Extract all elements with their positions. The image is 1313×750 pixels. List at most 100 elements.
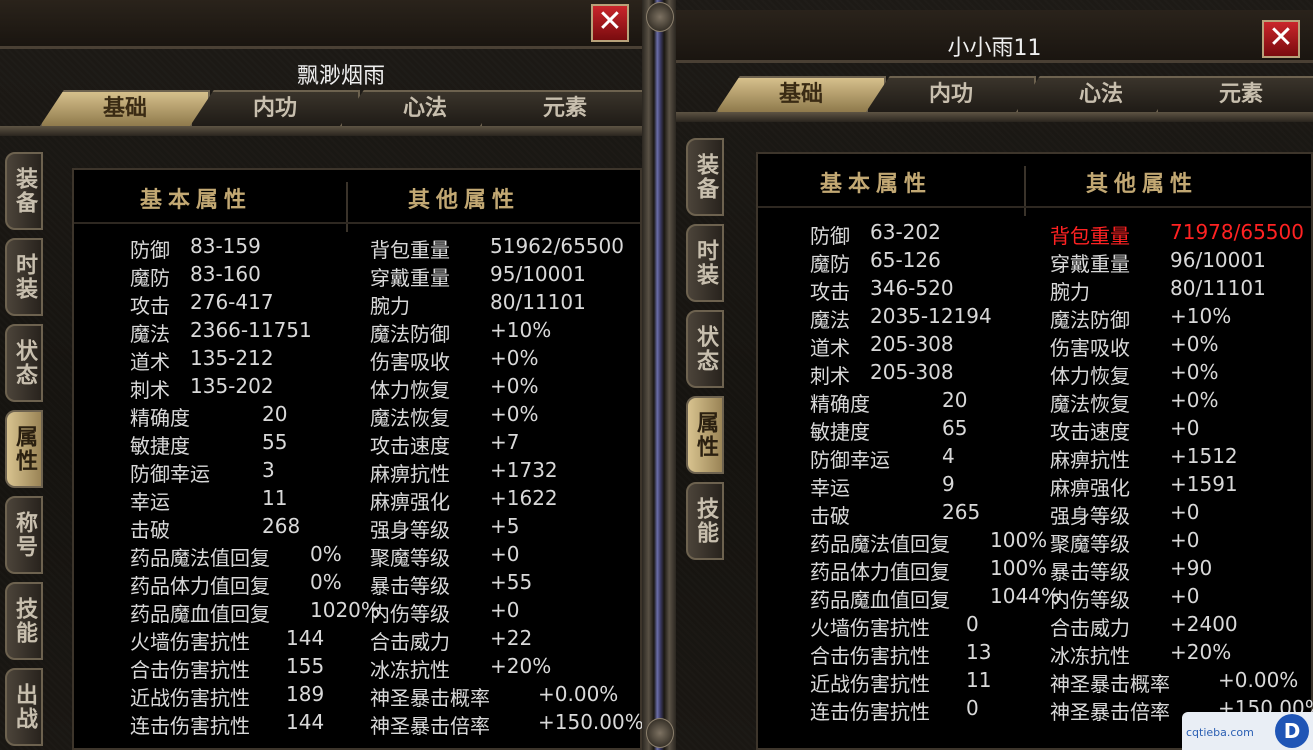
- side-tab-status[interactable]: 状态: [686, 310, 724, 388]
- tab-element[interactable]: 元素: [480, 90, 642, 126]
- basic-attribute-label: 防御: [130, 238, 170, 262]
- other-attribute-label: 麻痹抗性: [1050, 448, 1130, 472]
- side-tab-fashion[interactable]: 时装: [5, 238, 43, 316]
- other-attribute-value: +0%: [490, 346, 539, 370]
- basic-attribute-value: 265: [942, 500, 981, 524]
- other-attribute-label: 麻痹强化: [1050, 476, 1130, 500]
- other-attribute-value: +0%: [1170, 388, 1219, 412]
- other-attribute-label: 暴击等级: [1050, 560, 1130, 584]
- other-attribute-value: +0%: [490, 402, 539, 426]
- basic-attribute-value: 83-159: [190, 234, 261, 258]
- other-attribute-value: +0: [1170, 500, 1200, 524]
- basic-attribute-value: 4: [942, 444, 955, 468]
- other-attribute-value: +0%: [490, 374, 539, 398]
- basic-attribute-label: 敏捷度: [810, 420, 870, 444]
- close-button[interactable]: ✕: [591, 4, 629, 42]
- basic-attribute-value: 346-520: [870, 276, 954, 300]
- other-attribute-label: 聚魔等级: [370, 546, 450, 570]
- basic-attribute-label: 药品魔法值回复: [130, 546, 270, 570]
- tab-inner-power[interactable]: 内功: [866, 76, 1036, 112]
- other-attribute-label: 冰冻抗性: [1050, 644, 1130, 668]
- other-attribute-label: 穿戴重量: [370, 266, 450, 290]
- other-attribute-label: 背包重量: [370, 238, 450, 262]
- basic-attribute-value: 83-160: [190, 262, 261, 286]
- basic-attribute-value: 65-126: [870, 248, 941, 272]
- tab-inner-power[interactable]: 内功: [190, 90, 360, 126]
- tab-underline: [0, 126, 642, 136]
- other-attribute-label: 麻痹抗性: [370, 462, 450, 486]
- tab-basic[interactable]: 基础: [716, 76, 886, 112]
- basic-attribute-value: 11: [966, 668, 992, 692]
- side-tab-status[interactable]: 状态: [5, 324, 43, 402]
- basic-attribute-value: 144: [286, 626, 325, 650]
- other-attribute-value: +55: [490, 570, 533, 594]
- other-attribute-label: 强身等级: [370, 518, 450, 542]
- other-attribute-value: 71978/65500: [1170, 220, 1304, 244]
- watermark-logo: D: [1275, 714, 1309, 748]
- basic-attribute-value: 63-202: [870, 220, 941, 244]
- other-attribute-label: 魔法防御: [370, 322, 450, 346]
- other-attribute-value: +10%: [1170, 304, 1232, 328]
- side-tab-skills[interactable]: 技能: [5, 582, 43, 660]
- basic-attribute-label: 攻击: [810, 280, 850, 304]
- basic-attribute-label: 魔防: [810, 252, 850, 276]
- header-other-attributes: 其他属性: [1086, 172, 1199, 197]
- basic-attribute-value: 135-202: [190, 374, 274, 398]
- other-attribute-value: +0.00%: [538, 682, 619, 706]
- basic-attribute-value: 0%: [310, 542, 342, 566]
- other-attribute-label: 腕力: [370, 294, 410, 318]
- other-attribute-label: 神圣暴击倍率: [1050, 700, 1170, 724]
- basic-attribute-label: 魔法: [130, 322, 170, 346]
- basic-attribute-value: 20: [262, 402, 288, 426]
- tab-basic[interactable]: 基础: [40, 90, 210, 126]
- other-attribute-value: +1622: [490, 486, 558, 510]
- other-attribute-label: 合击威力: [370, 630, 450, 654]
- other-attribute-value: +0: [490, 542, 520, 566]
- other-attribute-value: +20%: [1170, 640, 1232, 664]
- other-attribute-value: +0%: [1170, 360, 1219, 384]
- header-divider: [74, 222, 640, 224]
- other-attribute-label: 腕力: [1050, 280, 1090, 304]
- other-attribute-value: +90: [1170, 556, 1213, 580]
- other-attribute-value: +0%: [1170, 332, 1219, 356]
- other-attribute-label: 体力恢复: [370, 378, 450, 402]
- basic-attribute-label: 攻击: [130, 294, 170, 318]
- ornament-bottom: [646, 718, 674, 748]
- side-tab-attributes[interactable]: 属性: [686, 396, 724, 474]
- basic-attribute-value: 65: [942, 416, 968, 440]
- other-attribute-value: 95/10001: [490, 262, 586, 286]
- other-attribute-label: 攻击速度: [1050, 420, 1130, 444]
- basic-attribute-label: 合击伤害抗性: [810, 644, 930, 668]
- basic-attribute-label: 近战伤害抗性: [130, 686, 250, 710]
- other-attribute-label: 神圣暴击概率: [1050, 672, 1170, 696]
- side-tab-skills[interactable]: 技能: [686, 482, 724, 560]
- side-tab-title[interactable]: 称号: [5, 496, 43, 574]
- column-divider: [346, 182, 348, 232]
- basic-attribute-value: 0: [966, 612, 979, 636]
- basic-attribute-value: 205-308: [870, 360, 954, 384]
- side-tab-battle[interactable]: 出战: [5, 668, 43, 746]
- basic-attribute-value: 135-212: [190, 346, 274, 370]
- other-attribute-value: +7: [490, 430, 520, 454]
- basic-attribute-label: 击破: [130, 518, 170, 542]
- basic-attribute-value: 144: [286, 710, 325, 734]
- side-tab-attributes[interactable]: 属性: [5, 410, 43, 488]
- other-attribute-label: 麻痹强化: [370, 490, 450, 514]
- tab-element[interactable]: 元素: [1156, 76, 1313, 112]
- side-tab-fashion[interactable]: 时装: [686, 224, 724, 302]
- basic-attribute-label: 防御: [810, 224, 850, 248]
- other-attribute-label: 魔法恢复: [370, 406, 450, 430]
- side-tab-equipment[interactable]: 装备: [686, 138, 724, 216]
- basic-attribute-label: 精确度: [810, 392, 870, 416]
- basic-attribute-value: 100%: [990, 556, 1048, 580]
- other-attribute-label: 内伤等级: [370, 602, 450, 626]
- other-attribute-value: 80/11101: [1170, 276, 1266, 300]
- attribute-sheet: 基本属性 其他属性 防御 63-202 魔防 65-126 攻击 346-520 魔法 203…: [756, 152, 1313, 750]
- side-tab-equipment[interactable]: 装备: [5, 152, 43, 230]
- tab-underline: [676, 112, 1313, 122]
- basic-attribute-value: 55: [262, 430, 288, 454]
- basic-attribute-value: 276-417: [190, 290, 274, 314]
- right-character-panel: ✕ 小小雨11 基础 内功 心法 元素 装备 时装 状态 属性 技能 基本属性 …: [676, 0, 1313, 750]
- basic-attribute-label: 药品体力值回复: [810, 560, 950, 584]
- other-attribute-value: +22: [490, 626, 533, 650]
